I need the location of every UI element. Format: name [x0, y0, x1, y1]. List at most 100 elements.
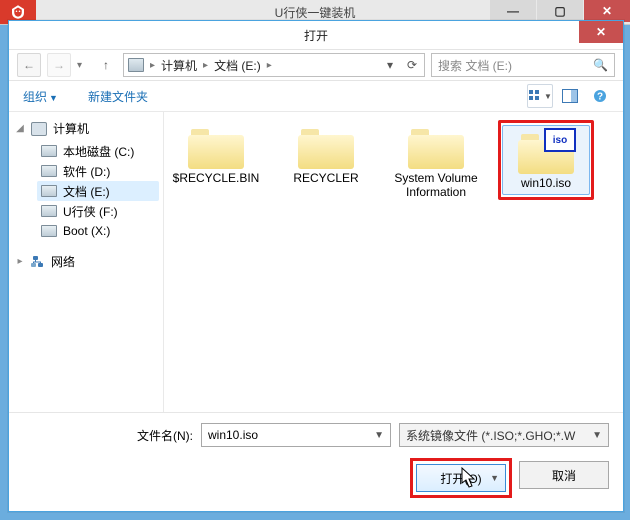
navigation-tree: ◢ 计算机 本地磁盘 (C:) 软件 (D:) 文档 (E:) U行侠 (F:)… [9, 112, 164, 444]
chevron-down-icon[interactable]: ▼ [592, 430, 602, 441]
button-row: 打开(O) ▼ 取消 [9, 453, 623, 495]
drive-icon [41, 165, 57, 177]
new-folder-button[interactable]: 新建文件夹 [84, 86, 152, 107]
breadcrumb-root[interactable]: 计算机 [161, 57, 197, 74]
iso-badge-icon: iso [544, 128, 576, 152]
tree-item-drive-x[interactable]: Boot (X:) [37, 221, 159, 241]
cancel-button-label: 取消 [552, 467, 576, 484]
app-logo-icon [9, 3, 27, 21]
file-item-iso-highlighted[interactable]: iso win10.iso [498, 120, 594, 200]
nav-forward-button[interactable]: → [47, 53, 71, 77]
preview-pane-icon [562, 89, 578, 103]
tree-item-drive-f[interactable]: U行侠 (F:) [37, 201, 159, 221]
dialog-close-button[interactable]: ✕ [579, 21, 623, 43]
breadcrumb-separator: ▸ [267, 60, 272, 71]
tree-twisty-icon[interactable]: ▸ [15, 256, 25, 267]
tree-item-drive-c[interactable]: 本地磁盘 (C:) [37, 141, 159, 161]
filename-value: win10.iso [208, 428, 258, 442]
organize-button[interactable]: 组织▼ [19, 86, 62, 107]
svg-text:?: ? [597, 92, 603, 103]
drive-icon [128, 58, 144, 72]
tree-root-computer[interactable]: ◢ 计算机 [15, 120, 159, 137]
tree-item-drive-d[interactable]: 软件 (D:) [37, 161, 159, 181]
open-file-dialog: 打开 ✕ ← → ▾ ↑ ▸ 计算机 ▸ 文档 (E:) ▸ ▾ ⟳ 搜索 文档… [8, 20, 624, 512]
tree-item-label: 本地磁盘 (C:) [63, 143, 134, 160]
tree-root-label: 计算机 [53, 120, 89, 137]
drive-icon [41, 145, 57, 157]
breadcrumb-separator: ▸ [203, 60, 208, 71]
toolbar: 组织▼ 新建文件夹 ▼ ? [9, 81, 623, 112]
file-item-label: System Volume Information [391, 171, 481, 199]
address-dropdown-button[interactable]: ▾ [382, 57, 398, 73]
tree-children: 本地磁盘 (C:) 软件 (D:) 文档 (E:) U行侠 (F:) Boot … [37, 141, 159, 241]
nav-history-button[interactable]: ▾ [77, 60, 89, 71]
chevron-down-icon: ▼ [49, 93, 58, 103]
tree-item-label: 文档 (E:) [63, 183, 110, 200]
preview-pane-button[interactable] [557, 84, 583, 108]
folder-icon [408, 125, 464, 169]
search-icon: 🔍 [593, 58, 608, 72]
dialog-body: ◢ 计算机 本地磁盘 (C:) 软件 (D:) 文档 (E:) U行侠 (F:)… [9, 112, 623, 444]
search-input[interactable]: 搜索 文档 (E:) 🔍 [431, 53, 615, 77]
tree-item-label: Boot (X:) [63, 224, 110, 238]
iso-file-icon: iso [518, 130, 574, 174]
help-icon: ? [593, 89, 607, 103]
dialog-title: 打开 [304, 27, 328, 44]
cancel-button[interactable]: 取消 [519, 461, 609, 489]
view-grid-icon [528, 89, 542, 103]
computer-icon [31, 122, 47, 136]
refresh-icon: ⟳ [407, 58, 417, 72]
background-minimize-button[interactable]: — [490, 0, 536, 22]
breadcrumb-leaf[interactable]: 文档 (E:) [214, 57, 261, 74]
filename-label: 文件名(N): [9, 427, 193, 444]
tree-item-drive-e[interactable]: 文档 (E:) [37, 181, 159, 201]
tree-root-label: 网络 [51, 253, 75, 270]
file-item-iso[interactable]: iso win10.iso [502, 125, 590, 195]
background-window-controls: — ▢ ✕ [490, 0, 630, 22]
address-bar[interactable]: ▸ 计算机 ▸ 文档 (E:) ▸ ▾ ⟳ [123, 53, 425, 77]
background-window-title: U行侠一键装机 [275, 4, 356, 21]
background-maximize-button[interactable]: ▢ [537, 0, 583, 22]
chevron-down-icon: ▼ [544, 92, 552, 101]
navigation-bar: ← → ▾ ↑ ▸ 计算机 ▸ 文档 (E:) ▸ ▾ ⟳ 搜索 文档 (E:)… [9, 49, 623, 81]
view-options-button[interactable]: ▼ [527, 84, 553, 108]
filetype-filter[interactable]: 系统镜像文件 (*.ISO;*.GHO;*.W ▼ [399, 423, 609, 447]
network-icon [31, 255, 45, 269]
breadcrumb-separator: ▸ [150, 60, 155, 71]
file-item-label: win10.iso [521, 176, 571, 190]
file-list[interactable]: $RECYCLE.BIN RECYCLER System Volume Info… [164, 112, 623, 444]
file-item-folder[interactable]: $RECYCLE.BIN [168, 120, 264, 190]
filetype-value: 系统镜像文件 (*.ISO;*.GHO;*.W [406, 427, 575, 444]
drive-icon [41, 205, 57, 217]
dialog-bottom-panel: 文件名(N): win10.iso ▼ 系统镜像文件 (*.ISO;*.GHO;… [9, 412, 623, 511]
file-item-folder[interactable]: RECYCLER [278, 120, 374, 190]
drive-icon [41, 225, 57, 237]
arrow-right-icon: → [53, 58, 65, 72]
tree-section-computer: ◢ 计算机 本地磁盘 (C:) 软件 (D:) 文档 (E:) U行侠 (F:)… [15, 120, 159, 241]
tree-twisty-icon[interactable]: ◢ [15, 123, 25, 134]
filename-row: 文件名(N): win10.iso ▼ 系统镜像文件 (*.ISO;*.GHO;… [9, 413, 623, 453]
tree-item-label: 软件 (D:) [63, 163, 110, 180]
open-button[interactable]: 打开(O) ▼ [416, 464, 506, 492]
filename-input[interactable]: win10.iso ▼ [201, 423, 391, 447]
arrow-left-icon: ← [23, 58, 35, 72]
chevron-down-icon[interactable]: ▼ [374, 430, 384, 441]
refresh-button[interactable]: ⟳ [404, 57, 420, 73]
dialog-titlebar: 打开 ✕ [9, 21, 623, 49]
arrow-up-icon: ↑ [103, 58, 109, 72]
open-button-label: 打开(O) [440, 470, 481, 487]
drive-icon [41, 185, 57, 197]
screenshot-stage: U行侠一键装机 — ▢ ✕ 打开 ✕ ← → ▾ ↑ ▸ 计算机 ▸ 文档 (E… [0, 0, 630, 520]
nav-back-button[interactable]: ← [17, 53, 41, 77]
split-button-arrow-icon[interactable]: ▼ [490, 473, 499, 483]
tree-item-label: U行侠 (F:) [63, 203, 118, 220]
nav-up-button[interactable]: ↑ [95, 54, 117, 76]
help-button[interactable]: ? [587, 84, 613, 108]
search-placeholder: 搜索 文档 (E:) [438, 57, 587, 74]
background-close-button[interactable]: ✕ [584, 0, 630, 22]
file-item-label: $RECYCLE.BIN [173, 171, 260, 185]
tree-root-network[interactable]: ▸ 网络 [15, 253, 159, 270]
file-item-folder[interactable]: System Volume Information [388, 120, 484, 204]
open-button-highlight: 打开(O) ▼ [413, 461, 509, 495]
file-item-label: RECYCLER [293, 171, 358, 185]
